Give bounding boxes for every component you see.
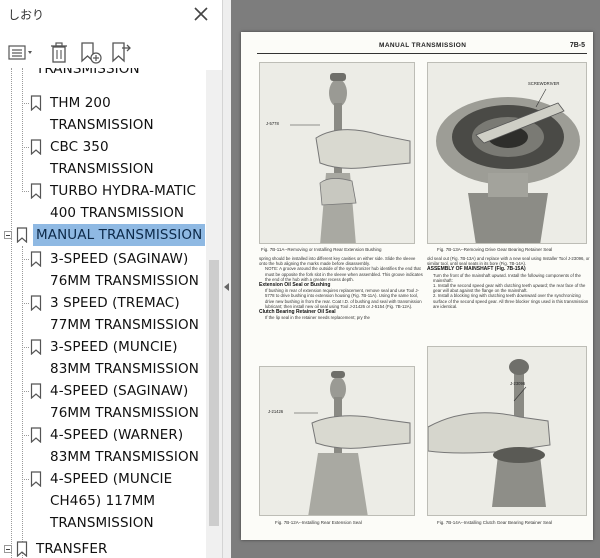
tree-connector <box>22 347 29 348</box>
text-column-right: old seal out (Fig. 7B-13A) and replace w… <box>427 256 591 342</box>
bookmarks-toolbar <box>0 36 222 70</box>
collapse-toggle-icon[interactable] <box>4 231 12 239</box>
bookmark-tree: TRANSMISSION THM 200 TRANSMISSION CBC 350… <box>0 68 206 558</box>
tree-connector <box>22 191 29 192</box>
tree-connector <box>22 259 29 260</box>
bookmark-icon <box>30 95 42 111</box>
bookmark-transmission[interactable]: TRANSMISSION <box>0 68 206 80</box>
bookmark-icon <box>16 227 28 243</box>
paragraph: 1. Install the second speed gear with cl… <box>433 283 586 294</box>
figure-callout-label: J-21426 <box>268 409 284 414</box>
paragraph: 2. Install a blocking ring with clutchin… <box>433 293 589 309</box>
scrollbar-thumb[interactable] <box>209 260 219 526</box>
bookmark-icon <box>30 183 42 199</box>
figure-clutch-gear-retainer-seal: J-23096 <box>427 346 587 516</box>
panel-splitter[interactable] <box>222 0 231 558</box>
bookmark-3-speed-tremac[interactable]: 3 SPEED (TREMAC) 77MM TRANSMISSION <box>0 292 206 336</box>
page-header: MANUAL TRANSMISSION 7B-5 <box>257 42 587 54</box>
paragraph: spring should be installed into differen… <box>259 256 416 267</box>
expand-toggle-icon[interactable] <box>4 545 12 553</box>
bookmarks-scrollbar[interactable] <box>206 70 222 558</box>
figure-caption: Fig. 7B-12A--Installing Rear Extension S… <box>275 520 362 525</box>
paragraph: If bushing in rear of extension requires… <box>265 288 422 309</box>
bookmark-cbc-350[interactable]: CBC 350 TRANSMISSION <box>0 136 206 180</box>
bookmark-icon <box>30 295 42 311</box>
bookmark-label: 4-SPEED (SAGINAW) 76MM TRANSMISSION <box>50 383 199 421</box>
bookmark-label: 3-SPEED (SAGINAW) 76MM TRANSMISSION <box>50 251 199 289</box>
bookmark-4-speed-warner[interactable]: 4-SPEED (WARNER) 83MM TRANSMISSION <box>0 424 206 468</box>
tree-connector <box>22 147 29 148</box>
bookmark-label: TRANSFER <box>36 541 108 557</box>
figure-illustration <box>260 367 414 515</box>
bookmark-label: MANUAL TRANSMISSION <box>33 224 206 246</box>
panel-title: しおり <box>8 8 45 22</box>
bookmark-label: THM 200 TRANSMISSION <box>50 95 154 133</box>
bookmark-icon <box>30 383 42 399</box>
bookmark-label: CBC 350 TRANSMISSION <box>50 139 154 177</box>
bookmark-icon <box>30 471 42 487</box>
figure-drive-gear-retainer-seal: SCREWDRIVER <box>427 62 587 244</box>
bookmark-icon <box>16 541 28 557</box>
collapse-panel-icon[interactable] <box>224 283 229 291</box>
paragraph: Turn the front of the mainshaft upward. … <box>433 272 581 283</box>
new-bookmark-icon[interactable] <box>78 40 104 66</box>
note-paragraph: NOTE: A groove around the outside of the… <box>265 266 423 282</box>
tree-connector <box>22 303 29 304</box>
tree-connector <box>22 479 29 480</box>
bookmark-icon <box>30 339 42 355</box>
pdf-page: MANUAL TRANSMISSION 7B-5 J-5778 Fig. 7B-… <box>241 32 593 540</box>
page-header-title: MANUAL TRANSMISSION <box>379 42 467 49</box>
close-icon[interactable] <box>190 3 212 25</box>
figure-caption: Fig. 7B-11A--Removing or Installing Rear… <box>261 247 382 252</box>
figure-illustration <box>260 63 414 243</box>
bookmark-label: TURBO HYDRA-MATIC 400 TRANSMISSION <box>50 183 197 221</box>
bookmark-label: 3-SPEED (MUNCIE) 83MM TRANSMISSION <box>50 339 199 377</box>
bookmark-label: TRANSMISSION <box>36 68 140 77</box>
bookmark-transfer[interactable]: TRANSFER <box>0 538 206 558</box>
bookmark-turbo-hydra-matic-400[interactable]: TURBO HYDRA-MATIC 400 TRANSMISSION <box>0 180 206 224</box>
trash-icon[interactable] <box>48 40 72 66</box>
figure-illustration <box>428 347 586 515</box>
tree-connector <box>22 103 29 104</box>
figure-callout-label: SCREWDRIVER <box>528 81 560 86</box>
bookmarks-panel: しおり TRANSMISSION THM 200 TRANSMISSION CB… <box>0 0 222 558</box>
bookmark-4-speed-saginaw[interactable]: 4-SPEED (SAGINAW) 76MM TRANSMISSION <box>0 380 206 424</box>
tree-connector <box>22 435 29 436</box>
bookmark-thm-200[interactable]: THM 200 TRANSMISSION <box>0 92 206 136</box>
figure-illustration <box>428 63 586 243</box>
figure-callout-label: J-23096 <box>510 381 526 386</box>
bookmark-label: 3 SPEED (TREMAC) 77MM TRANSMISSION <box>50 295 199 333</box>
bookmark-icon <box>30 251 42 267</box>
figure-callout-label: J-5778 <box>266 121 279 126</box>
page-number: 7B-5 <box>569 42 585 49</box>
text-column-left: spring should be installed into differen… <box>259 256 423 362</box>
figure-rear-extension-seal: J-21426 <box>259 366 415 516</box>
bookmark-icon <box>30 139 42 155</box>
bookmark-label: 4-SPEED (WARNER) 83MM TRANSMISSION <box>50 427 199 465</box>
figure-caption: Fig. 7B-13A--Removing Drive Gear Bearing… <box>437 247 553 252</box>
bookmark-3-speed-muncie[interactable]: 3-SPEED (MUNCIE) 83MM TRANSMISSION <box>0 336 206 380</box>
figure-rear-extension-bushing: J-5778 <box>259 62 415 244</box>
tree-connector <box>22 391 29 392</box>
figure-caption: Fig. 7B-14A--Installing Clutch Gear Bear… <box>437 520 553 525</box>
bookmark-label: 4-SPEED (MUNCIE CH465) 117MM TRANSMISSION <box>50 471 173 531</box>
paragraph: old seal out (Fig. 7B-13A) and replace w… <box>427 256 590 267</box>
list-options-icon[interactable] <box>8 40 36 66</box>
bookmark-3-speed-saginaw[interactable]: 3-SPEED (SAGINAW) 76MM TRANSMISSION <box>0 248 206 292</box>
document-viewer[interactable]: MANUAL TRANSMISSION 7B-5 J-5778 Fig. 7B-… <box>231 0 600 558</box>
bookmark-4-speed-muncie-ch465[interactable]: 4-SPEED (MUNCIE CH465) 117MM TRANSMISSION <box>0 468 206 534</box>
bookmark-icon <box>30 427 42 443</box>
paragraph: If the lip seal in the retainer needs re… <box>265 315 370 321</box>
bookmark-manual-transmission[interactable]: MANUAL TRANSMISSION <box>0 224 206 246</box>
bookmark-expand-icon[interactable] <box>108 40 134 66</box>
